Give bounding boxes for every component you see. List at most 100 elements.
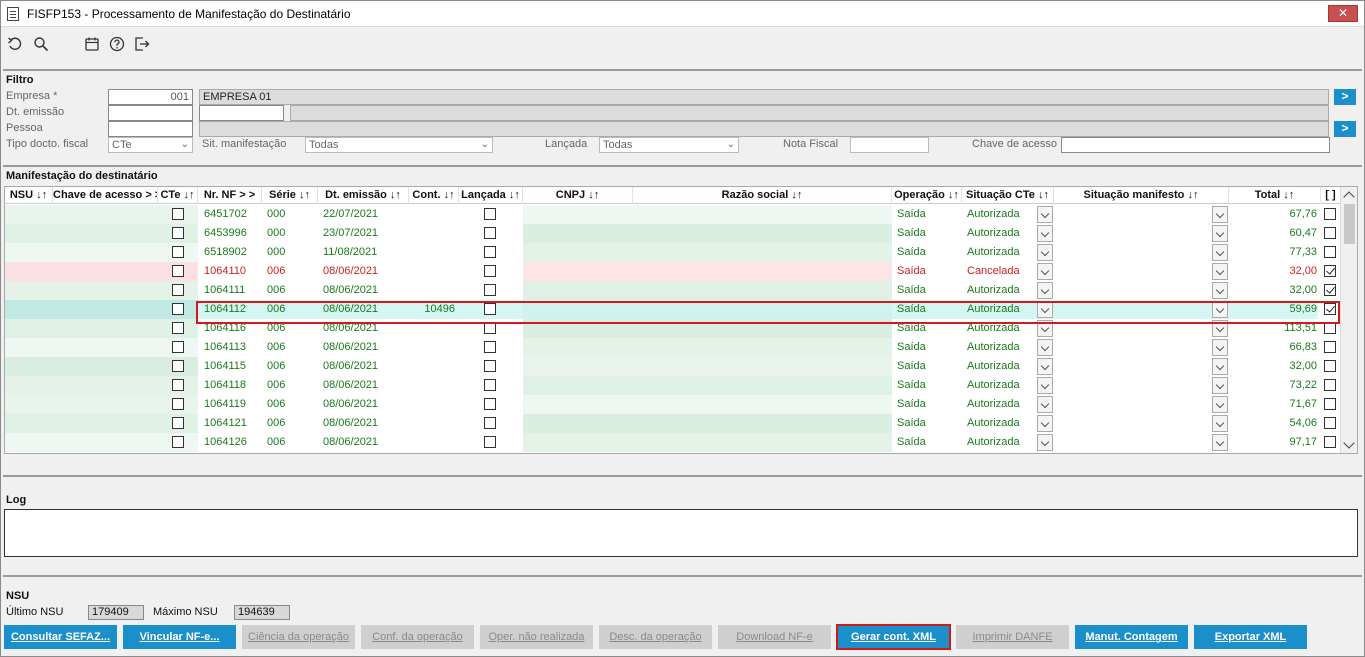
cte-checkbox[interactable] [172,360,184,372]
situacao-cte-dropdown[interactable] [1037,244,1053,261]
lancada-checkbox[interactable] [484,436,496,448]
situacao-manifesto-dropdown[interactable] [1212,282,1228,299]
situacao-cte-dropdown[interactable] [1037,396,1053,413]
cte-checkbox[interactable] [172,436,184,448]
lancada-checkbox[interactable] [484,417,496,429]
scroll-thumb[interactable] [1344,204,1355,244]
exit-icon[interactable] [133,35,151,53]
col-nsu[interactable]: NSU ↓↑ [5,187,53,204]
empresa-lookup-button[interactable]: > [1334,89,1356,105]
lancada-checkbox[interactable] [484,398,496,410]
situacao-cte-dropdown[interactable] [1037,339,1053,356]
table-row[interactable]: 1064119 006 08/06/2021 Saída Autorizada … [5,395,1341,414]
exportar-xml-button[interactable]: Exportar XML [1194,625,1307,649]
table-row[interactable]: 1064115 006 08/06/2021 Saída Autorizada … [5,357,1341,376]
col-serie[interactable]: Série ↓↑ [262,187,318,204]
situacao-manifesto-dropdown[interactable] [1212,263,1228,280]
col-cnpj[interactable]: CNPJ ↓↑ [523,187,633,204]
col-operacao[interactable]: Operação ↓↑ [892,187,962,204]
table-row[interactable]: 1064118 006 08/06/2021 Saída Autorizada … [5,376,1341,395]
situacao-cte-dropdown[interactable] [1037,320,1053,337]
situacao-cte-dropdown[interactable] [1037,206,1053,223]
search-icon[interactable] [32,35,50,53]
col-dt-emissao[interactable]: Dt. emissão ↓↑ [318,187,409,204]
lancada-checkbox[interactable] [484,208,496,220]
row-select-checkbox[interactable] [1324,360,1336,372]
cte-checkbox[interactable] [172,379,184,391]
nota-fiscal-field[interactable] [850,137,929,153]
consultar-sefaz-button[interactable]: Consultar SEFAZ... [4,625,117,649]
table-row[interactable]: 1064110 006 08/06/2021 Saída Cancelada 3… [5,262,1341,281]
cte-checkbox[interactable] [172,417,184,429]
situacao-cte-dropdown[interactable] [1037,301,1053,318]
imprimir-danfe-button[interactable]: Imprimir DANFE [956,625,1069,649]
lancada-select[interactable]: Todas ⌄ [599,137,739,153]
col-situacao-manifesto[interactable]: Situação manifesto ↓↑ [1054,187,1229,204]
empresa-code-field[interactable]: 001 [108,89,193,105]
undo-icon[interactable] [6,35,24,53]
situacao-cte-dropdown[interactable] [1037,225,1053,242]
situacao-manifesto-dropdown[interactable] [1212,339,1228,356]
scroll-down-icon[interactable] [1343,437,1355,449]
situacao-manifesto-dropdown[interactable] [1212,358,1228,375]
situacao-cte-dropdown[interactable] [1037,415,1053,432]
row-select-checkbox[interactable] [1324,398,1336,410]
situacao-cte-dropdown[interactable] [1037,358,1053,375]
calendar-icon[interactable] [83,35,101,53]
col-cte[interactable]: CTe ↓↑ [158,187,198,204]
col-cont[interactable]: Cont. ↓↑ [409,187,459,204]
desc-operacao-button[interactable]: Desc. da operação [599,625,712,649]
conf-operacao-button[interactable]: Conf. da operação [361,625,474,649]
cte-checkbox[interactable] [172,303,184,315]
lancada-checkbox[interactable] [484,379,496,391]
cte-checkbox[interactable] [172,265,184,277]
table-row[interactable]: 1064121 006 08/06/2021 Saída Autorizada … [5,414,1341,433]
row-select-checkbox[interactable] [1324,322,1336,334]
lancada-checkbox[interactable] [484,322,496,334]
sit-manifestacao-select[interactable]: Todas ⌄ [305,137,493,153]
situacao-manifesto-dropdown[interactable] [1212,206,1228,223]
cte-checkbox[interactable] [172,322,184,334]
row-select-checkbox[interactable] [1324,417,1336,429]
pessoa-code-field[interactable] [108,121,193,137]
dt-emissao-end-field[interactable] [199,105,284,121]
table-row[interactable]: 6451702 000 22/07/2021 Saída Autorizada … [5,205,1341,224]
chave-acesso-field[interactable] [1061,137,1330,153]
situacao-cte-dropdown[interactable] [1037,377,1053,394]
ciencia-operacao-button[interactable]: Ciência da operação [242,625,355,649]
col-select-all[interactable]: [ ] [1321,187,1341,204]
download-nfe-button[interactable]: Download NF-e [718,625,831,649]
col-total[interactable]: Total ↓↑ [1229,187,1321,204]
situacao-cte-dropdown[interactable] [1037,434,1053,451]
situacao-cte-dropdown[interactable] [1037,282,1053,299]
situacao-manifesto-dropdown[interactable] [1212,225,1228,242]
vincular-nfe-button[interactable]: Vincular NF-e... [123,625,236,649]
lancada-checkbox[interactable] [484,303,496,315]
row-select-checkbox[interactable] [1324,341,1336,353]
manut-contagem-button[interactable]: Manut. Contagem [1075,625,1188,649]
scroll-up-icon[interactable] [1343,191,1355,203]
oper-nao-realizada-button[interactable]: Oper. não realizada [480,625,593,649]
situacao-manifesto-dropdown[interactable] [1212,244,1228,261]
col-nr-nf[interactable]: Nr. NF > > [198,187,262,204]
situacao-cte-dropdown[interactable] [1037,263,1053,280]
row-select-checkbox[interactable] [1324,436,1336,448]
situacao-manifesto-dropdown[interactable] [1212,320,1228,337]
col-situacao-cte[interactable]: Situação CTe ↓↑ [962,187,1054,204]
situacao-manifesto-dropdown[interactable] [1212,415,1228,432]
tipo-docto-select[interactable]: CTe ⌄ [108,137,193,153]
pessoa-lookup-button[interactable]: > [1334,121,1356,137]
cte-checkbox[interactable] [172,284,184,296]
cte-checkbox[interactable] [172,341,184,353]
col-lancada[interactable]: Lançada ↓↑ [459,187,523,204]
table-row[interactable]: 1064113 006 08/06/2021 Saída Autorizada … [5,338,1341,357]
help-icon[interactable] [108,35,126,53]
lancada-checkbox[interactable] [484,360,496,372]
lancada-checkbox[interactable] [484,341,496,353]
cte-checkbox[interactable] [172,208,184,220]
table-row[interactable]: 1064112 006 08/06/2021 10496 Saída Autor… [5,300,1341,319]
cte-checkbox[interactable] [172,227,184,239]
col-chave-acesso[interactable]: Chave de acesso > > [53,187,158,204]
dt-emissao-start-field[interactable] [108,105,193,121]
table-row[interactable]: 1064111 006 08/06/2021 Saída Autorizada … [5,281,1341,300]
